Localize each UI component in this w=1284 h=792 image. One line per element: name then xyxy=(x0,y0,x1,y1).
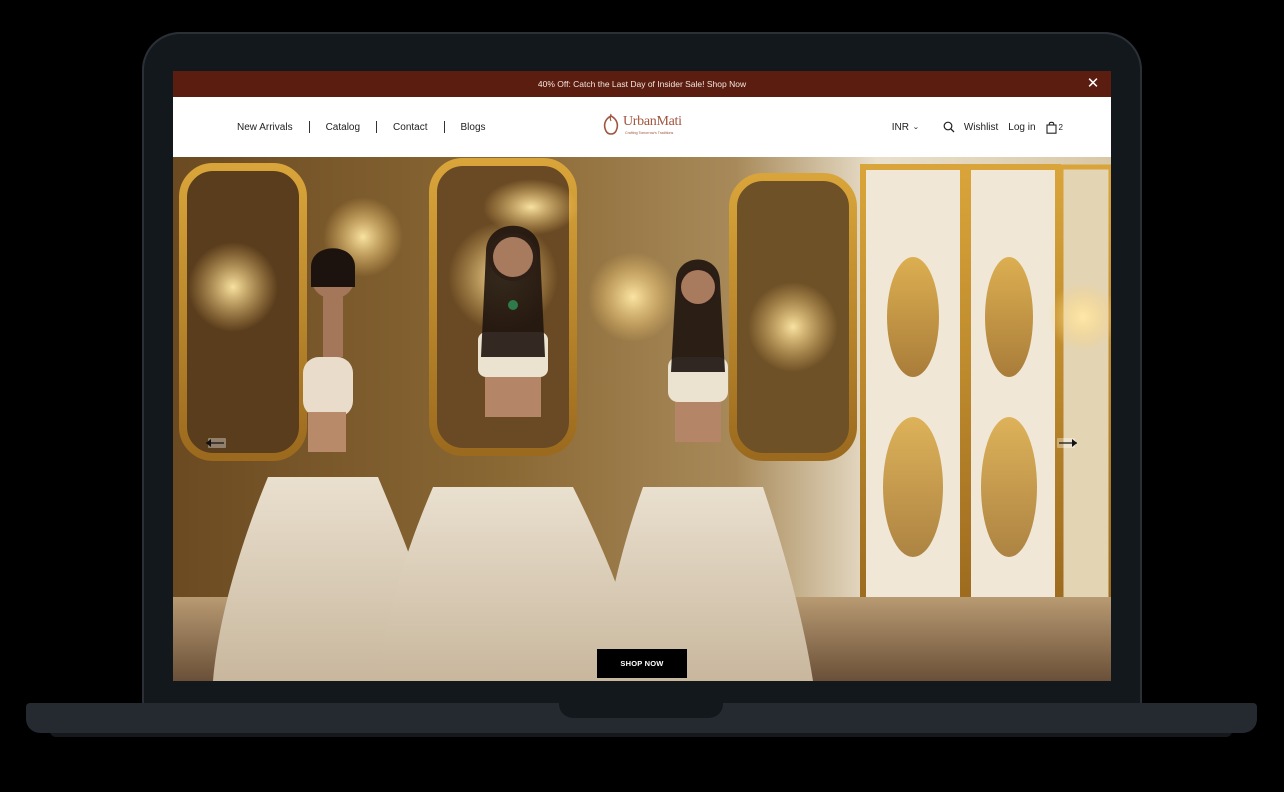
laptop-hinge xyxy=(559,703,723,718)
arrow-right-icon[interactable] xyxy=(1057,436,1079,450)
chevron-down-icon: ⌄ xyxy=(912,124,920,131)
search-icon[interactable] xyxy=(943,121,955,133)
close-icon[interactable]: ✕ xyxy=(1085,76,1101,92)
hero-banner: SHOP NOW xyxy=(173,157,1111,681)
shop-now-button[interactable]: SHOP NOW xyxy=(597,649,687,678)
currency-value: INR xyxy=(891,121,909,133)
nav-new-arrivals[interactable]: New Arrivals xyxy=(237,122,293,133)
site-header: New Arrivals Catalog Contact Blogs Urban… xyxy=(173,97,1111,157)
brand-logo[interactable]: UrbanMati Crafting Tomorrow's Traditions xyxy=(602,111,686,143)
nav-divider xyxy=(376,121,378,133)
nav-catalog[interactable]: Catalog xyxy=(326,122,360,133)
announcement-text[interactable]: 40% Off: Catch the Last Day of Insider S… xyxy=(538,79,746,89)
wishlist-link[interactable]: Wishlist xyxy=(964,122,998,133)
currency-selector[interactable]: INR ⌄ xyxy=(891,121,920,133)
announcement-bar[interactable]: 40% Off: Catch the Last Day of Insider S… xyxy=(173,71,1111,97)
login-link[interactable]: Log in xyxy=(1008,122,1035,133)
header-actions: INR ⌄ Wishlist Log in 2 xyxy=(892,97,1063,157)
logo-tagline: Crafting Tomorrow's Traditions xyxy=(625,131,674,135)
nav-divider xyxy=(308,121,310,133)
cart-button[interactable]: 2 xyxy=(1045,121,1063,134)
logo-mark-icon xyxy=(603,113,619,135)
nav-divider xyxy=(443,121,445,133)
cart-count: 2 xyxy=(1058,122,1063,132)
nav-contact[interactable]: Contact xyxy=(393,122,427,133)
shopping-bag-icon xyxy=(1045,121,1057,134)
hero-image xyxy=(173,157,1111,681)
main-nav: New Arrivals Catalog Contact Blogs xyxy=(237,97,486,157)
browser-screen: 40% Off: Catch the Last Day of Insider S… xyxy=(173,71,1111,681)
nav-blogs[interactable]: Blogs xyxy=(461,122,486,133)
logo-wordmark: UrbanMati xyxy=(623,114,682,129)
arrow-left-icon[interactable] xyxy=(204,436,226,450)
